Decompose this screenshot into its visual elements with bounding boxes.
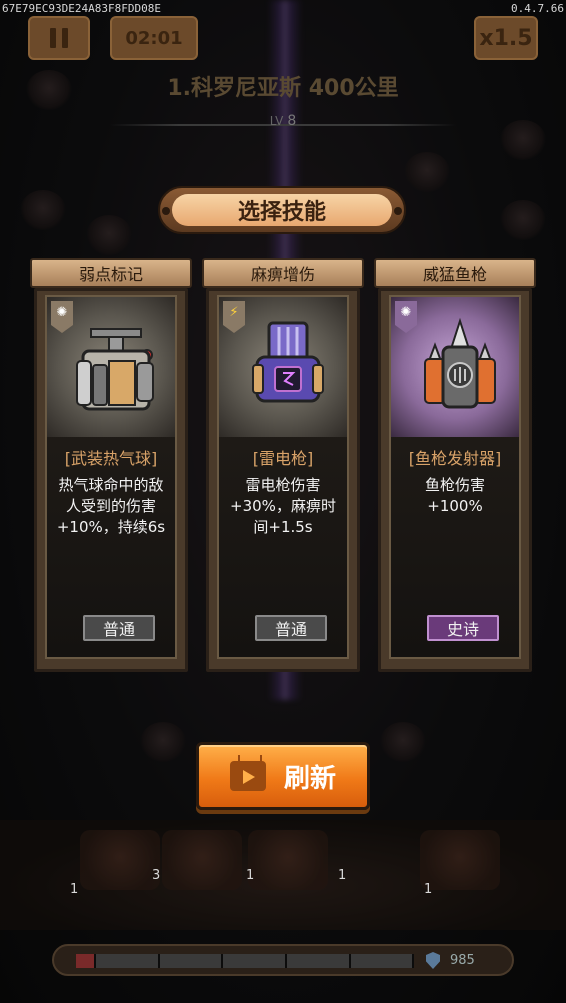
level-value: 8 [287, 113, 297, 129]
device-id: 67E79EC93DE24A83F8FDD08E [2, 2, 161, 15]
pause-icon [62, 28, 68, 48]
rarity-badge: 史诗 [427, 615, 499, 641]
hp-segment [350, 954, 415, 968]
card-header: 弱点标记 [30, 258, 192, 288]
slot-count: 3 [152, 868, 161, 883]
pause-button[interactable] [28, 16, 90, 60]
skill-description: 热气球命中的敌人受到的伤害+10%，持续6s [56, 476, 166, 536]
plate-rivet [162, 207, 170, 215]
card-body: ✺ [武装热气球] 热气球命中的敌人受到的伤害+10%，持续6s 普通 [45, 295, 177, 659]
hp-segment [159, 954, 224, 968]
shield-icon [426, 952, 440, 969]
stage-title: 1.科罗尼亚斯 400公里 [167, 76, 399, 101]
timer: 02:01 [110, 16, 198, 60]
skill-description: 鱼枪伤害+100% [424, 476, 485, 515]
tv-ad-icon [229, 761, 266, 791]
slot-count: 1 [70, 882, 79, 897]
slot-count: 1 [246, 868, 255, 883]
hp-segment [223, 954, 287, 968]
rarity-badge: 普通 [83, 615, 155, 641]
refresh-label: 刷新 [283, 763, 336, 794]
weapon-name: [雷电枪] [252, 449, 314, 468]
weapon-name: [武装热气球] [64, 449, 158, 468]
version-label: 0.4.7.66 [511, 2, 564, 15]
plate-rivet [394, 207, 402, 215]
pause-icon [50, 28, 56, 48]
rarity-badge: 普通 [255, 615, 327, 641]
dialog-title: 选择技能 [172, 194, 392, 226]
hp-segment [287, 954, 351, 968]
hp-segments [76, 954, 415, 968]
refresh-button[interactable]: 刷新 [196, 742, 370, 810]
level-label: LV [269, 114, 284, 128]
slot-count: 1 [424, 882, 433, 897]
skill-description: 雷电枪伤害+30%，麻痹时间+1.5s [230, 476, 336, 536]
card-frame: ✺ [鱼枪发射器] 鱼枪伤害+100% 史诗 [378, 288, 532, 672]
base-hp-bar: 985 [52, 944, 514, 976]
card-header: 麻痹增伤 [202, 258, 364, 288]
speed-button[interactable]: x1.5 [474, 16, 538, 60]
card-header: 威猛鱼枪 [374, 258, 536, 288]
level-indicator: LV 8 [0, 110, 566, 132]
skill-card-1[interactable]: 弱点标记 ✺ [武装热气球] 热气球命中的敌人受到的伤害+10%，持续6s 普通 [30, 258, 192, 674]
weapon-name: [鱼枪发射器] [408, 449, 502, 468]
hp-segment [96, 954, 160, 968]
dialog-title-plate: 选择技能 [158, 186, 406, 234]
slot-count: 1 [338, 868, 347, 883]
card-frame: ✺ [武装热气球] 热气球命中的敌人受到的伤害+10%，持续6s 普通 [34, 288, 188, 672]
hp-value: 985 [450, 953, 475, 968]
card-body: ⚡ [雷电枪] 雷电枪伤害+30%，麻痹时间+1.5s 普通 [217, 295, 349, 659]
skill-card-3[interactable]: 威猛鱼枪 ✺ [鱼枪发射器] 鱼枪伤害+100% 史诗 [374, 258, 536, 674]
card-frame: ⚡ [雷电枪] 雷电枪伤害+30%，麻痹时间+1.5s 普通 [206, 288, 360, 672]
hp-segment [76, 954, 97, 968]
card-body: ✺ [鱼枪发射器] 鱼枪伤害+100% 史诗 [389, 295, 521, 659]
skill-card-2[interactable]: 麻痹增伤 ⚡ [雷电枪] 雷电枪伤害+30%，麻痹时间+1.5s 普通 [202, 258, 364, 674]
